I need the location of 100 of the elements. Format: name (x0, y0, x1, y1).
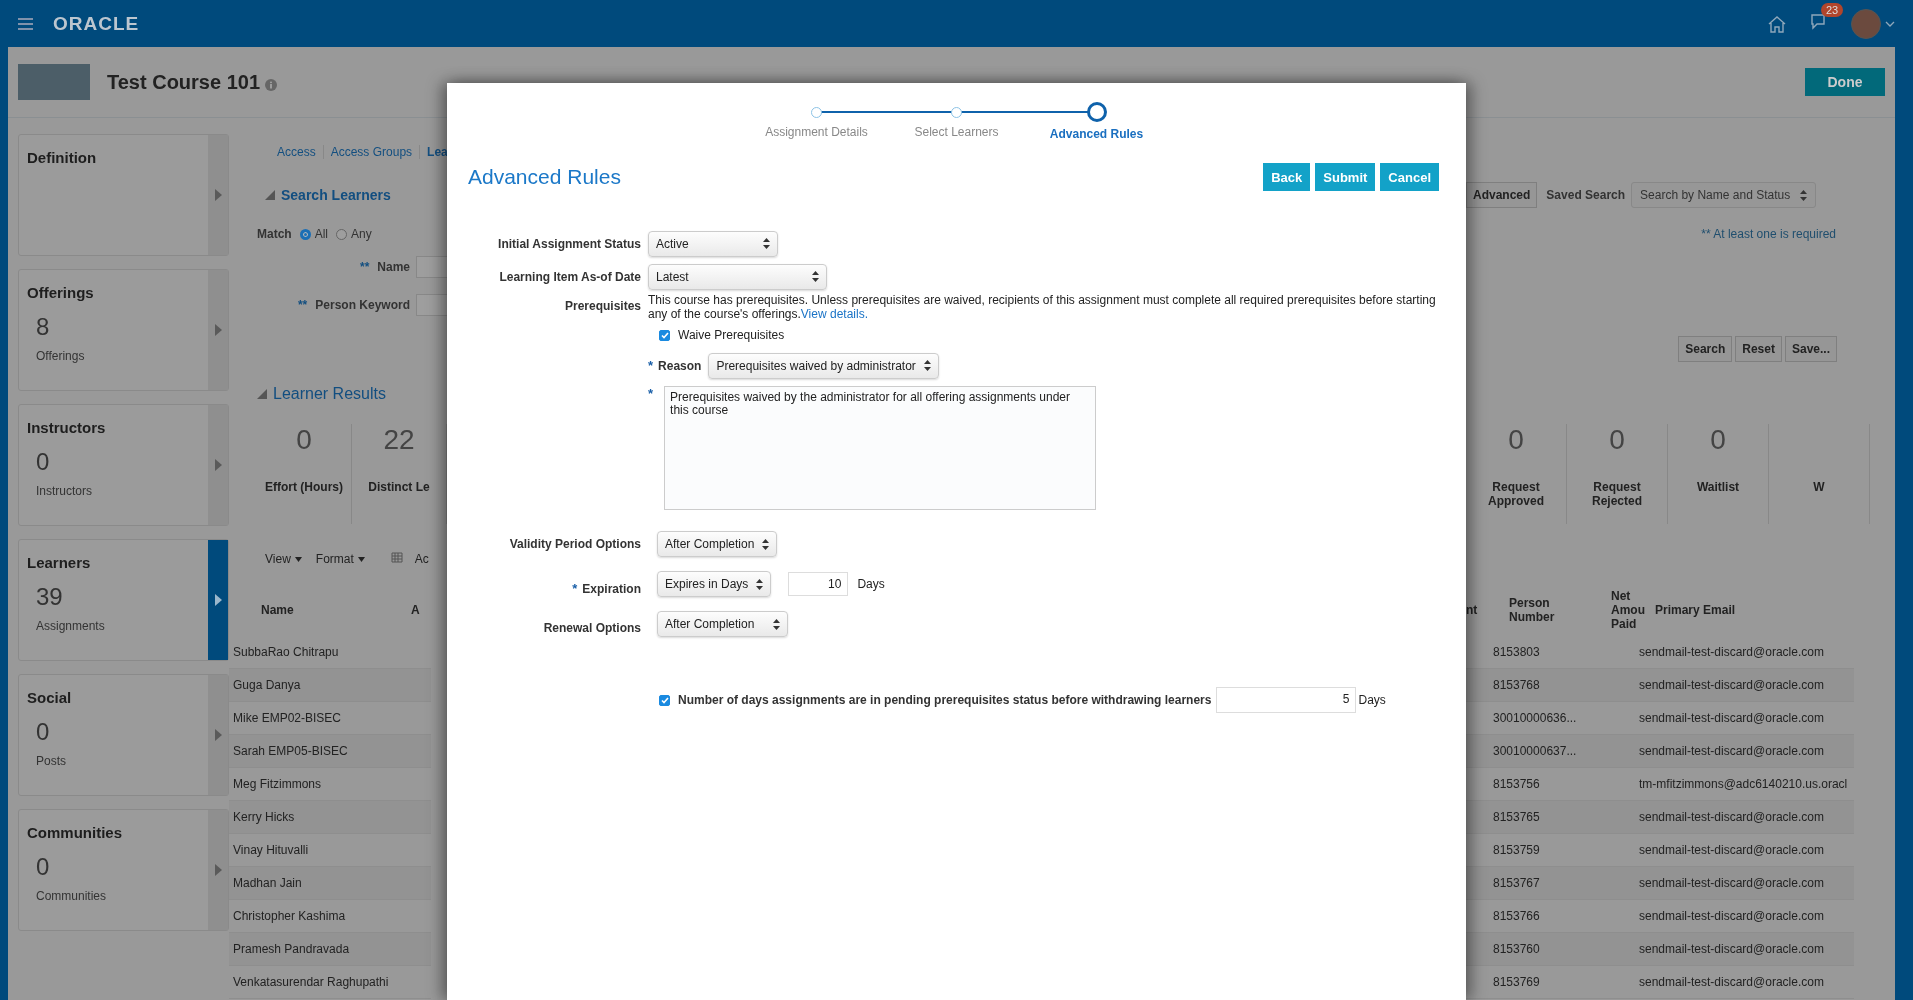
sidebar-card[interactable]: Instructors 0 Instructors (18, 404, 229, 526)
unit-label: Days (857, 577, 885, 591)
table-cell: Sarah EMP05-BISEC (233, 744, 348, 758)
field-label: Learning Item As-of Date (498, 269, 641, 284)
saved-search-label: Saved Search (1546, 188, 1626, 202)
match-label: Match (257, 227, 292, 241)
table-cell: SubbaRao Chitrapu (233, 645, 339, 659)
radio-button[interactable] (299, 228, 311, 240)
input-field[interactable] (416, 256, 447, 278)
required-mark: * (648, 358, 654, 373)
expiration-select[interactable]: Expires in Days (657, 571, 772, 597)
field-label: Renewal Options (542, 621, 641, 635)
checkbox[interactable] (659, 694, 670, 706)
column-header[interactable]: nt (1466, 603, 1509, 617)
renewal-select[interactable]: After Completion (657, 611, 788, 637)
field-label: Validity Period Options (508, 537, 641, 551)
search-action-button[interactable]: Reset (1735, 336, 1782, 362)
saved-search-select[interactable]: Search by Name and Status (1631, 182, 1817, 208)
field-label: Initial Assignment Status (497, 236, 641, 251)
dialog-button[interactable]: Cancel (1380, 163, 1439, 191)
toolbar-menu[interactable]: Ac (414, 552, 429, 566)
home-icon[interactable] (1767, 14, 1787, 33)
unit-label: Days (1358, 693, 1386, 707)
collapse-icon[interactable] (257, 389, 267, 399)
tab[interactable]: Lea (420, 145, 455, 159)
dialog-button[interactable]: Submit (1315, 163, 1376, 191)
tab[interactable]: Access (277, 145, 324, 159)
dialog-title: Advanced Rules (468, 165, 621, 189)
info-icon[interactable] (265, 79, 278, 91)
card-expander[interactable] (208, 135, 228, 255)
field-label: * Expiration (571, 580, 641, 596)
chevron-down-icon[interactable] (1885, 20, 1895, 27)
card-caption: Communities (36, 889, 108, 903)
caret-icon[interactable] (357, 556, 365, 562)
done-button[interactable]: Done (1805, 68, 1885, 96)
card-expander[interactable] (208, 540, 228, 660)
checkbox-label: Waive Prerequisites (678, 328, 785, 342)
days-input[interactable]: 10 (788, 572, 849, 596)
triangle-right-icon (214, 594, 222, 606)
table-icon[interactable] (388, 552, 403, 566)
reason-select[interactable]: Prerequisites waived by administrator (708, 352, 939, 379)
input-field[interactable] (416, 294, 447, 316)
card-expander[interactable] (208, 810, 228, 930)
step-label[interactable]: Assignment Details (765, 125, 868, 139)
table-cell: sendmail-test-discard@oracle.com (1639, 843, 1824, 857)
table-cell: sendmail-test-discard@oracle.com (1639, 744, 1824, 758)
column-header[interactable]: Person Number (1509, 596, 1571, 624)
sidebar-card[interactable]: Learners 39 Assignments (18, 539, 229, 661)
view-details-link[interactable]: View details. (800, 307, 868, 321)
menu-icon[interactable] (18, 17, 33, 30)
caret-icon[interactable] (294, 556, 302, 562)
status-select[interactable]: Active (648, 230, 778, 257)
step-label[interactable]: Advanced Rules (1049, 127, 1144, 141)
table-cell: Venkatasurendar Raghupathi (233, 975, 389, 989)
tab[interactable]: Access Groups (323, 145, 421, 159)
search-action-button[interactable]: Save... (1784, 336, 1837, 362)
card-expander[interactable] (208, 270, 228, 390)
table-cell: Mike EMP02-BISEC (233, 711, 342, 725)
stat-value: 22 (383, 424, 415, 457)
triangle-right-icon (214, 864, 222, 876)
stat-label: Waitlist (1696, 480, 1740, 494)
required-mark: * (572, 580, 578, 596)
days-input[interactable]: 5 (1216, 687, 1357, 713)
card-title: Offerings (27, 284, 95, 301)
collapse-icon[interactable] (265, 190, 275, 200)
stat-value: 0 (1508, 424, 1524, 457)
card-title: Instructors (27, 419, 107, 436)
column-header[interactable]: A (411, 603, 420, 617)
table-cell-text: 8153760 (1493, 942, 1541, 956)
table-cell: sendmail-test-discard@oracle.com (1639, 876, 1824, 890)
card-title: Social (27, 689, 73, 706)
column-header[interactable]: Primary Email (1655, 603, 1736, 617)
column-header[interactable]: Name (261, 603, 411, 617)
column-header[interactable]: Net Amou Paid (1611, 589, 1649, 631)
toolbar-menu[interactable]: Format (315, 552, 354, 566)
date-select[interactable]: Latest (648, 263, 827, 290)
search-action-button[interactable]: Search (1678, 336, 1733, 362)
card-count: 0 (36, 448, 51, 476)
table-cell-text: 8153765 (1493, 810, 1541, 824)
reason-text-area[interactable]: Prerequisites waived by the administrator for all offering assignments under this course (664, 386, 1097, 510)
radio-button[interactable] (336, 228, 347, 240)
table-cell: sendmail-test-discard@oracle.com (1639, 711, 1824, 725)
card-expander[interactable] (208, 405, 228, 525)
field-label: Person Keyword (315, 298, 410, 312)
sidebar-card[interactable]: Communities 0 Communities (18, 809, 229, 931)
dialog-button[interactable]: Back (1263, 163, 1311, 191)
step-label[interactable]: Select Learners (914, 125, 999, 139)
updown-icon (756, 578, 764, 590)
card-count: 39 (36, 583, 64, 611)
validity-select[interactable]: After Completion (657, 531, 778, 557)
sidebar-card[interactable]: Social 0 Posts (18, 674, 229, 796)
checkbox[interactable] (659, 329, 670, 341)
card-expander[interactable] (208, 675, 228, 795)
stat-value: 0 (296, 424, 312, 457)
sidebar-card[interactable]: Definition (18, 134, 229, 256)
advanced-button[interactable]: Advanced (1466, 182, 1538, 208)
toolbar-menu[interactable]: View (265, 552, 291, 566)
sidebar-card[interactable]: Offerings 8 Offerings (18, 269, 229, 391)
updown-icon (1800, 189, 1808, 201)
table-cell-text: 30010000637... (1493, 744, 1578, 758)
